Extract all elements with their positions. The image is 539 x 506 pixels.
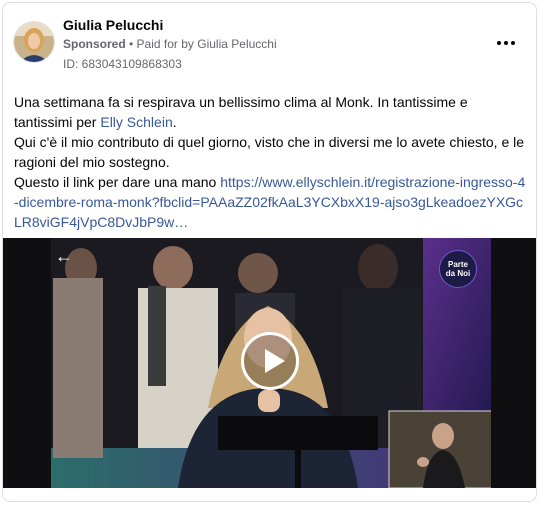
post-paragraph-3: Questo il link per dare una mano https:/… [14,174,526,230]
more-options-button[interactable] [492,31,520,55]
sponsored-label: Sponsored [63,37,126,51]
post-text: Una settimana fa si respirava un belliss… [14,92,526,232]
ad-id: ID: 683043109868303 [63,57,182,71]
play-button[interactable] [241,332,299,390]
arrow-left-icon[interactable]: ← [55,246,73,267]
parte-da-noi-logo: Parte da Noi [439,250,477,288]
more-horizontal-icon [497,41,501,45]
sponsored-line: Sponsored • Paid for by Giulia Pelucchi [63,37,277,51]
post-header: Giulia Pelucchi Sponsored • Paid for by … [13,15,526,75]
post-paragraph-2: Qui c'è il mio contributo di quel giorno… [14,134,525,170]
mention-link[interactable]: Elly Schlein [100,114,172,130]
post-paragraph-1: Una settimana fa si respirava un belliss… [14,94,468,130]
author-name[interactable]: Giulia Pelucchi [63,17,163,33]
paid-for-name: Giulia Pelucchi [197,37,277,51]
author-avatar[interactable] [13,21,55,63]
ad-card: Giulia Pelucchi Sponsored • Paid for by … [2,2,537,502]
video-player[interactable]: ← Parte da Noi [3,238,536,488]
paid-for-prefix: • Paid for by [125,37,198,51]
